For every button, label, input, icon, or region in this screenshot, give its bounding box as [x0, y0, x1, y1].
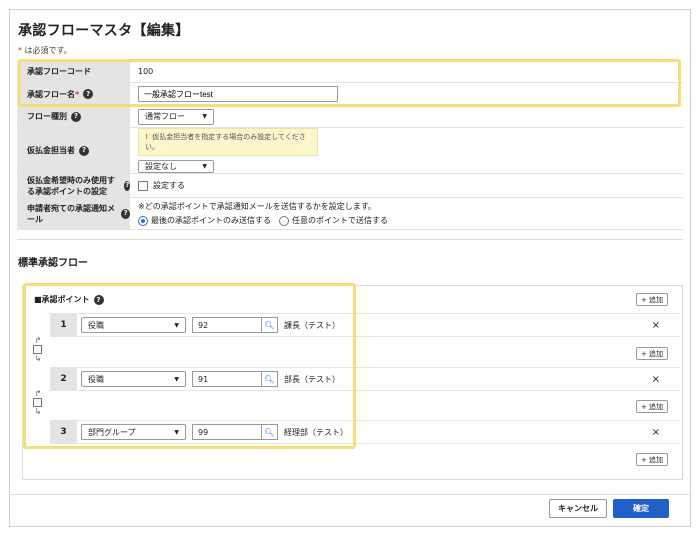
notify-option-last-label: 最後の承認ポイントのみ送信する	[151, 216, 271, 225]
add-button[interactable]: + 追加	[636, 347, 668, 360]
step-number: 2	[50, 367, 77, 391]
step-type-select[interactable]: 部門グループ ▼	[81, 424, 186, 440]
connector-box	[33, 345, 42, 354]
approval-point-label: 仮払金希望時のみ使用する承認ポイントの設定	[27, 175, 115, 196]
help-icon[interactable]: ?	[79, 145, 89, 156]
notify-note: ※どの承認ポイントで承認通知メールを送信するかを設定します。	[138, 202, 376, 211]
flow-type-label: フロー種別	[27, 112, 67, 121]
approval-point-checkbox-label: 設定する	[153, 181, 185, 190]
add-button[interactable]: + 追加	[636, 293, 668, 306]
chevron-down-icon: ▼	[174, 321, 179, 329]
row-flow-type: フロー種別? 通常フロー ▼	[17, 106, 683, 128]
flow-type-label-cell: フロー種別?	[17, 106, 130, 127]
flow-name-label: 承認フロー名	[27, 89, 75, 99]
flow-name-input[interactable]	[138, 86, 338, 102]
step-type-value: 役職	[88, 374, 104, 384]
flow-code-label: 承認フローコード	[17, 60, 130, 82]
search-icon[interactable]: 🔍︎	[262, 424, 278, 440]
search-icon[interactable]: 🔍︎	[262, 317, 278, 333]
notify-options: 最後の承認ポイントのみ送信する 任意のポイントで送信する	[138, 215, 683, 226]
step-number: 1	[50, 313, 77, 337]
add-button[interactable]: + 追加	[636, 400, 668, 413]
step-name: 課長（テスト）	[284, 320, 340, 330]
row-notify-mail: 申請者宛ての承認通知メール? ※どの承認ポイントで承認通知メールを送信するかを設…	[17, 198, 683, 230]
step-row: 3 部門グループ ▼ 99 🔍︎ 経理部（テスト） ×	[50, 420, 680, 444]
approval-point-checkbox[interactable]	[138, 180, 148, 191]
required-mark: *	[75, 89, 80, 99]
add-button[interactable]: + 追加	[636, 453, 668, 466]
connector-box	[33, 398, 42, 407]
advance-select[interactable]: 設定なし ▼	[138, 160, 214, 173]
notify-option-any-label: 任意のポイントで送信する	[292, 216, 388, 225]
search-icon[interactable]: 🔍︎	[262, 371, 278, 387]
chevron-down-icon: ▼	[202, 113, 207, 120]
approval-point-label-cell: 仮払金希望時のみ使用する承認ポイントの設定?	[17, 174, 130, 197]
notify-label-cell: 申請者宛ての承認通知メール?	[17, 198, 130, 229]
flow-name-label-cell: 承認フロー名 *?	[17, 83, 130, 105]
step-name: 経理部（テスト）	[284, 427, 348, 437]
cancel-button[interactable]: キャンセル	[549, 499, 607, 518]
flow-type-value: 通常フロー	[145, 112, 185, 121]
approval-point-option[interactable]: 設定する	[138, 180, 683, 191]
flow-code-value: 100	[138, 66, 154, 76]
advance-warning: ! 仮払金担当者を指定する場合のみ設定してください。	[138, 128, 318, 156]
step-code-input[interactable]: 91	[192, 371, 262, 387]
advance-value: 設定なし	[145, 162, 177, 171]
step-name: 部長（テスト）	[284, 374, 340, 384]
warning-icon: !	[145, 133, 149, 141]
connector-icon: ↱ ↳	[33, 389, 42, 416]
approval-point-heading-text: ■承認ポイント	[34, 295, 90, 304]
help-icon[interactable]: ?	[121, 208, 130, 219]
notify-label: 申請者宛ての承認通知メール	[27, 203, 115, 224]
step-row: 2 役職 ▼ 91 🔍︎ 部長（テスト） ×	[50, 367, 680, 391]
help-icon[interactable]: ?	[93, 295, 104, 305]
row-flow-name: 承認フロー名 *?	[17, 83, 683, 106]
footer-divider	[9, 494, 691, 495]
required-note-text: は必須です。	[22, 46, 72, 55]
notify-radio-any[interactable]	[279, 215, 289, 226]
advance-label: 仮払金担当者	[27, 146, 75, 155]
chevron-down-icon: ▼	[174, 428, 179, 436]
approval-point-heading: ■承認ポイント?	[34, 294, 104, 305]
section-divider	[17, 239, 683, 240]
form-table: 承認フローコード 100 承認フロー名*? フロー種別? 通常フロー ▼ 仮払金担…	[17, 60, 683, 230]
step-type-select[interactable]: 役職 ▼	[81, 317, 186, 333]
step-number: 3	[50, 420, 77, 444]
close-icon[interactable]: ×	[652, 427, 660, 438]
advance-warning-text: 仮払金担当者を指定する場合のみ設定してください。	[145, 133, 306, 151]
step-row: 1 役職 ▼ 92 🔍︎ 課長（テスト） ×	[50, 313, 680, 337]
advance-label-cell: 仮払金担当者?	[17, 128, 130, 173]
help-icon[interactable]: ?	[71, 111, 81, 122]
step-type-value: 役職	[88, 320, 104, 330]
step-type-value: 部門グループ	[88, 427, 136, 437]
section-title: 標準承認フロー	[18, 258, 88, 269]
step-type-select[interactable]: 役職 ▼	[81, 371, 186, 387]
chevron-down-icon: ▼	[174, 375, 179, 383]
help-icon[interactable]: ?	[83, 89, 94, 99]
confirm-button[interactable]: 確定	[613, 499, 669, 518]
step-code-input[interactable]: 99	[192, 424, 262, 440]
close-icon[interactable]: ×	[652, 320, 660, 331]
step-code-input[interactable]: 92	[192, 317, 262, 333]
chevron-down-icon: ▼	[202, 163, 207, 170]
required-note: * は必須です。	[18, 45, 72, 56]
notify-radio-last[interactable]	[138, 215, 148, 226]
row-advance-manager: 仮払金担当者? ! 仮払金担当者を指定する場合のみ設定してください。 設定なし ▼	[17, 128, 683, 174]
page-title: 承認フローマスタ【編集】	[18, 23, 190, 39]
flow-type-select[interactable]: 通常フロー ▼	[138, 108, 214, 125]
row-flow-code: 承認フローコード 100	[17, 60, 683, 83]
row-approval-point: 仮払金希望時のみ使用する承認ポイントの設定? 設定する	[17, 174, 683, 198]
connector-icon: ↱ ↳	[33, 336, 42, 363]
close-icon[interactable]: ×	[652, 374, 660, 385]
